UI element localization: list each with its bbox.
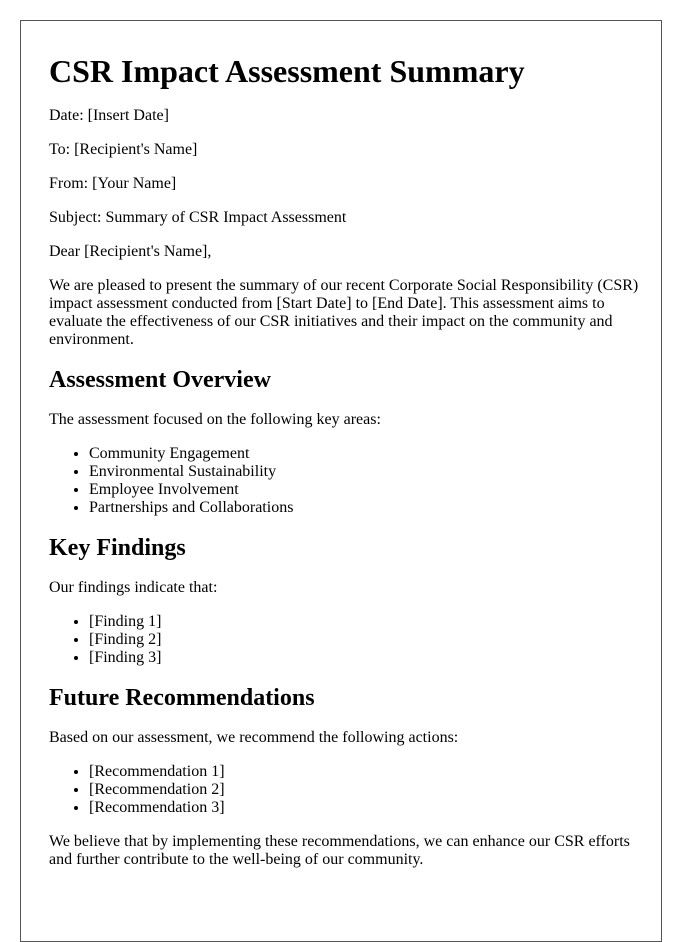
recommendations-list: [Recommendation 1] [Recommendation 2] [R…: [49, 763, 641, 817]
list-item: [Recommendation 1]: [89, 763, 641, 781]
list-item: [Finding 1]: [89, 613, 641, 631]
date-line: Date: [Insert Date]: [49, 107, 169, 124]
document-page: CSR Impact Assessment Summary Date: [Ins…: [20, 20, 662, 942]
closing-paragraph: We believe that by implementing these re…: [49, 833, 630, 868]
to-line: To: [Recipient's Name]: [49, 141, 198, 158]
section-heading-findings: Key Findings: [49, 535, 186, 561]
subject-line: Subject: Summary of CSR Impact Assessmen…: [49, 209, 347, 226]
findings-list: [Finding 1] [Finding 2] [Finding 3]: [49, 613, 641, 667]
list-item: [Recommendation 3]: [89, 799, 641, 817]
document-title: CSR Impact Assessment Summary: [49, 53, 525, 89]
list-item: Environmental Sustainability: [89, 463, 641, 481]
list-item: [Finding 3]: [89, 649, 641, 667]
section-heading-recommendations: Future Recommendations: [49, 685, 315, 711]
salutation: Dear [Recipient's Name],: [49, 243, 212, 260]
from-line: From: [Your Name]: [49, 175, 177, 192]
key-areas-list: Community Engagement Environmental Susta…: [49, 445, 641, 517]
section-heading-overview: Assessment Overview: [49, 367, 271, 393]
list-item: Community Engagement: [89, 445, 641, 463]
list-item: Partnerships and Collaborations: [89, 499, 641, 517]
list-item: Employee Involvement: [89, 481, 641, 499]
section-lead-recommendations: Based on our assessment, we recommend th…: [49, 729, 459, 746]
section-lead-overview: The assessment focused on the following …: [49, 411, 381, 428]
section-lead-findings: Our findings indicate that:: [49, 579, 218, 596]
list-item: [Finding 2]: [89, 631, 641, 649]
list-item: [Recommendation 2]: [89, 781, 641, 799]
intro-paragraph: We are pleased to present the summary of…: [49, 277, 639, 348]
